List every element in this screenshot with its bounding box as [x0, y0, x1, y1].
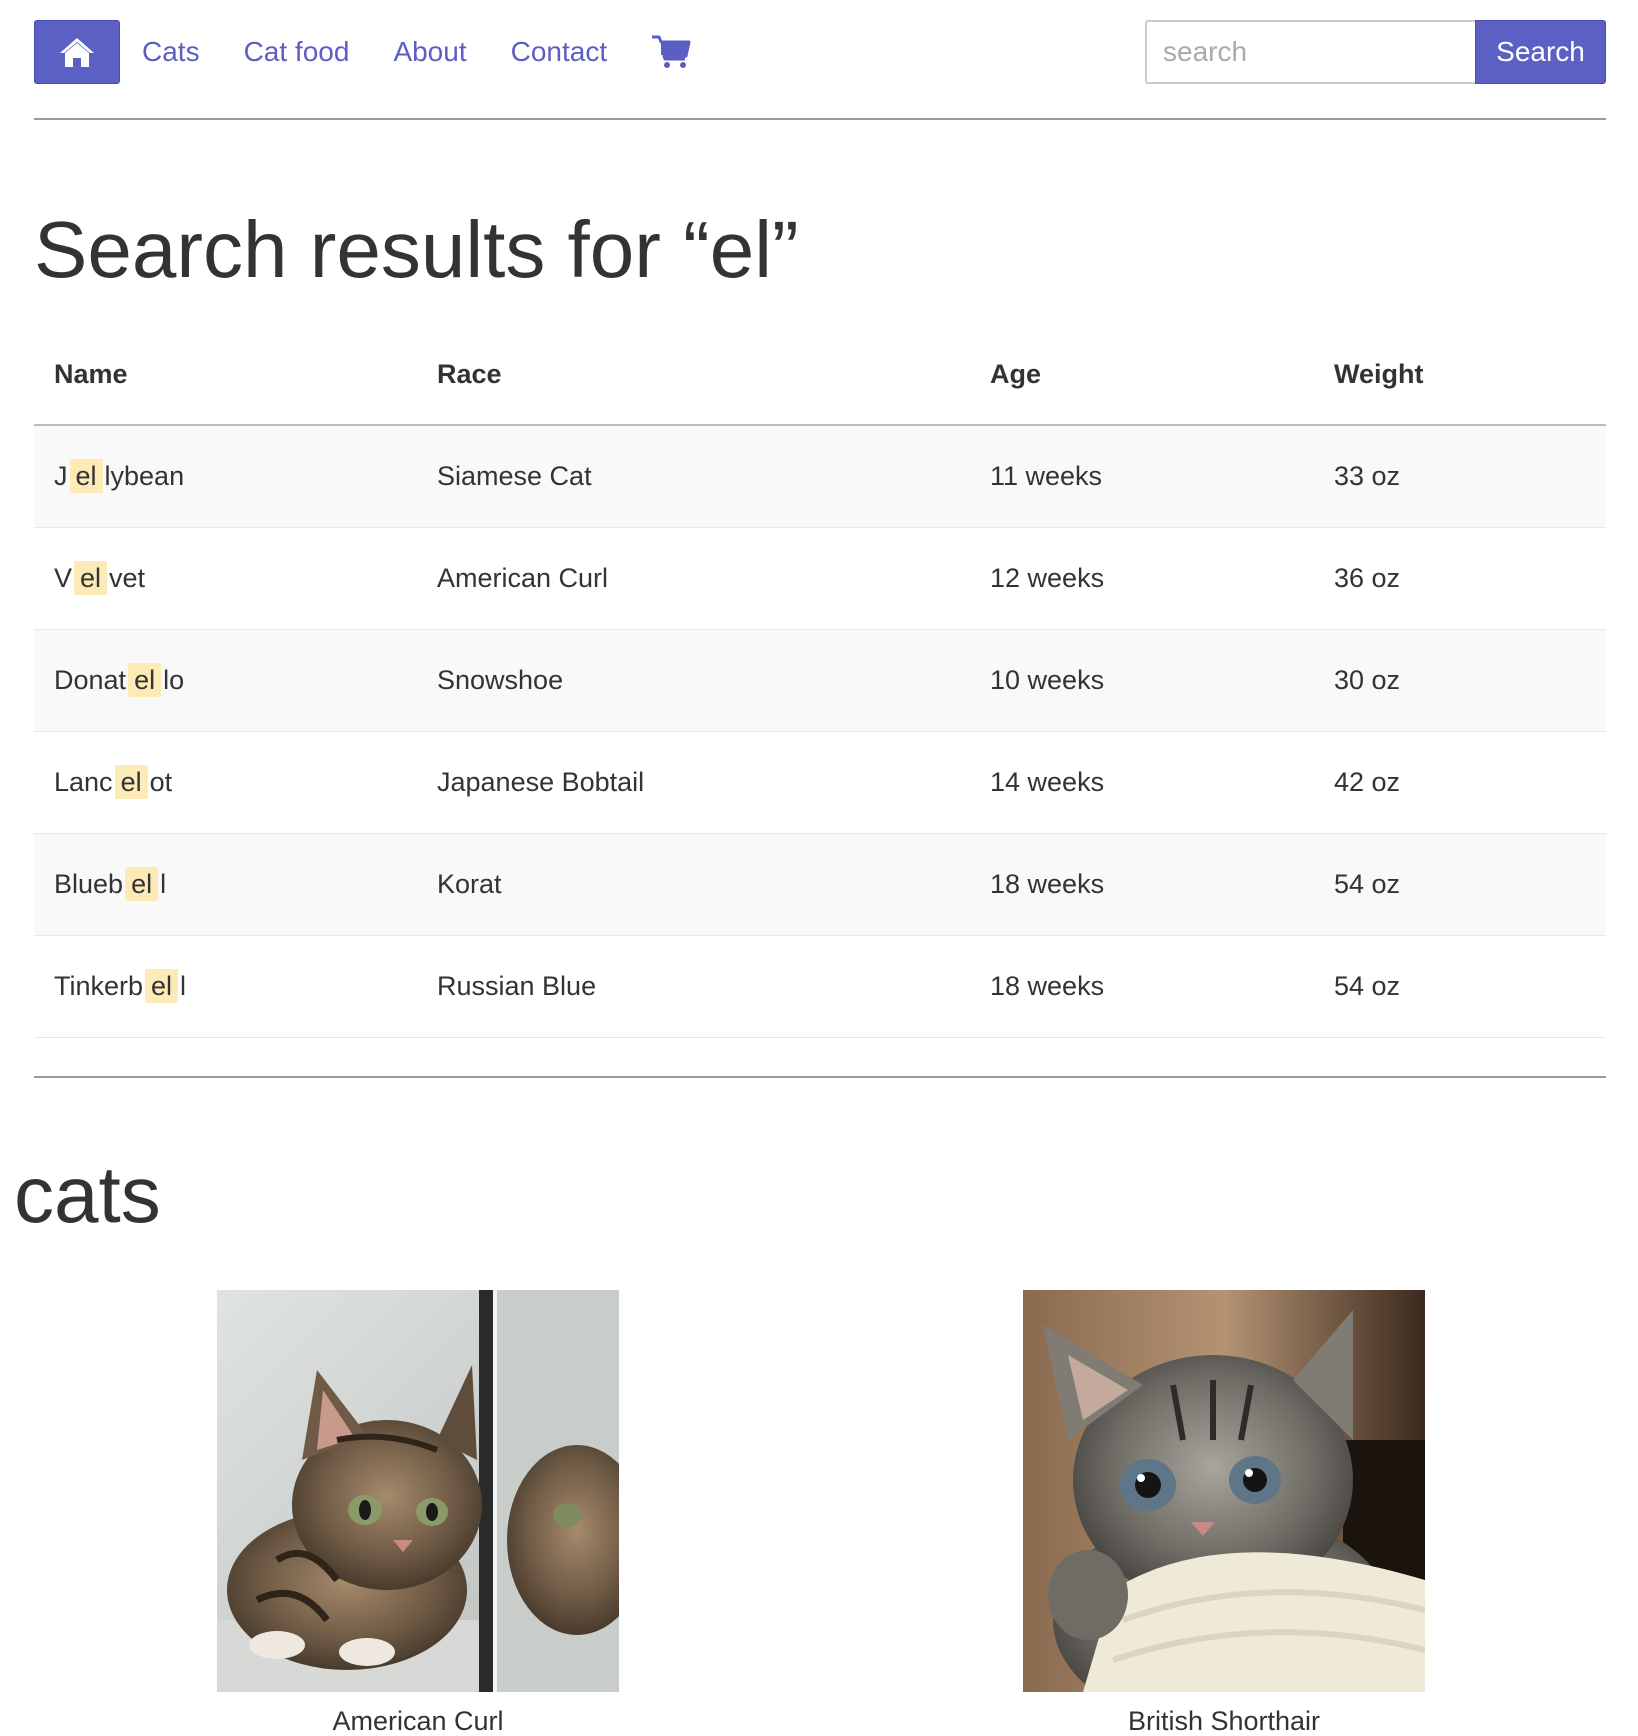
match-highlight: el — [74, 560, 108, 595]
cell-race: Korat — [417, 833, 970, 936]
cell-race: Russian Blue — [417, 935, 970, 1038]
cell-age: 10 weeks — [970, 629, 1314, 732]
cell-weight: 33 oz — [1314, 425, 1606, 528]
nav-links: Cats Cat food About Contact — [142, 34, 691, 70]
top-nav: Cats Cat food About Contact Search — [34, 20, 1606, 84]
nav-link-about[interactable]: About — [393, 36, 466, 68]
cell-weight: 36 oz — [1314, 527, 1606, 630]
table-row: Jel lybean Siamese Cat 11 weeks 33 oz — [34, 425, 1606, 528]
results-title: Search results for “el” — [34, 205, 799, 294]
cell-name: Lanc el ot — [34, 731, 417, 834]
table-row: Lanc el ot Japanese Bobtail 14 weeks 42 oz — [34, 731, 1606, 834]
cat-caption: American Curl — [332, 1706, 504, 1736]
cart-link[interactable] — [651, 34, 691, 70]
match-highlight: el — [125, 866, 159, 901]
match-highlight: el — [69, 458, 103, 493]
cell-race: Siamese Cat — [417, 425, 970, 528]
divider — [34, 118, 1606, 120]
cats-section-title: cats — [14, 1150, 161, 1239]
search-form: Search — [1145, 20, 1606, 84]
home-button[interactable] — [34, 20, 120, 84]
cell-weight: 54 oz — [1314, 833, 1606, 936]
results-table: Name Race Age Weight Jel lybean Siamese C… — [34, 325, 1606, 1038]
table-header-row: Name Race Age Weight — [34, 325, 1606, 426]
match-highlight: el — [145, 968, 179, 1003]
column-header-age: Age — [970, 325, 1314, 426]
column-header-name: Name — [34, 325, 417, 426]
shopping-cart-icon — [652, 35, 691, 68]
cell-race: Snowshoe — [417, 629, 970, 732]
nav-link-cat-food[interactable]: Cat food — [244, 36, 350, 68]
cell-race: American Curl — [417, 527, 970, 630]
table-row: Donat el lo Snowshoe 10 weeks 30 oz — [34, 629, 1606, 732]
cat-photo[interactable] — [1023, 1290, 1425, 1692]
divider — [34, 1076, 1606, 1078]
cell-name: Tinkerb el l — [34, 935, 417, 1038]
cell-weight: 30 oz — [1314, 629, 1606, 732]
column-header-race: Race — [417, 325, 970, 426]
nav-link-contact[interactable]: Contact — [511, 36, 608, 68]
table-row: Vel vet American Curl 12 weeks 36 oz — [34, 527, 1606, 630]
table-row: Tinkerb el l Russian Blue 18 weeks 54 oz — [34, 935, 1606, 1038]
cell-weight: 54 oz — [1314, 935, 1606, 1038]
cat-card-american-curl[interactable]: American Curl — [217, 1290, 619, 1736]
cat-caption: British Shorthair — [1127, 1706, 1321, 1736]
cat-photo[interactable] — [217, 1290, 619, 1692]
nav-link-cats[interactable]: Cats — [142, 36, 200, 68]
cell-age: 18 weeks — [970, 833, 1314, 936]
cell-name: Donat el lo — [34, 629, 417, 732]
match-highlight: el — [128, 662, 162, 697]
cat-card-british-shorthair[interactable]: British Shorthair — [1023, 1290, 1425, 1736]
cell-weight: 42 oz — [1314, 731, 1606, 834]
cell-name: Blueb el l — [34, 833, 417, 936]
cell-age: 12 weeks — [970, 527, 1314, 630]
cell-name: Jel lybean — [34, 425, 417, 528]
cell-name: Vel vet — [34, 527, 417, 630]
match-highlight: el — [114, 764, 148, 799]
cell-age: 11 weeks — [970, 425, 1314, 528]
column-header-weight: Weight — [1314, 325, 1606, 426]
cell-age: 14 weeks — [970, 731, 1314, 834]
home-icon — [60, 38, 94, 67]
search-input[interactable] — [1145, 20, 1475, 84]
table-row: Blueb el l Korat 18 weeks 54 oz — [34, 833, 1606, 936]
cell-race: Japanese Bobtail — [417, 731, 970, 834]
cell-age: 18 weeks — [970, 935, 1314, 1038]
search-button[interactable]: Search — [1475, 20, 1606, 84]
